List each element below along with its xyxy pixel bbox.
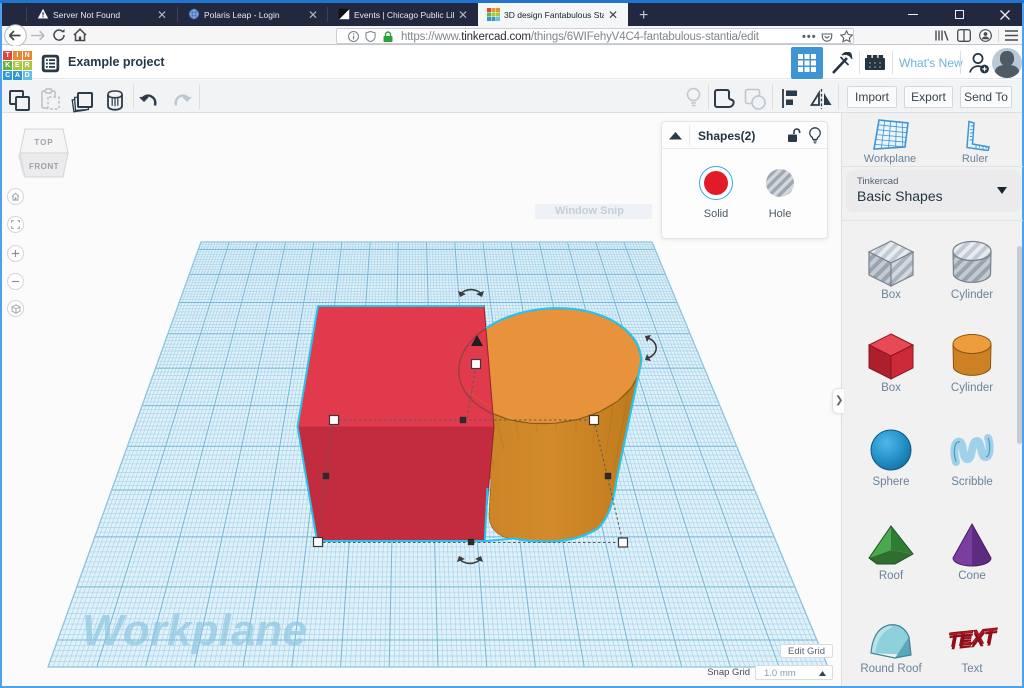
svg-text:TOP: TOP [34,138,53,147]
svg-text:Workplane: Workplane [82,606,307,655]
svg-text:TEXT: TEXT [948,628,998,655]
svg-text:FRONT: FRONT [29,162,59,171]
